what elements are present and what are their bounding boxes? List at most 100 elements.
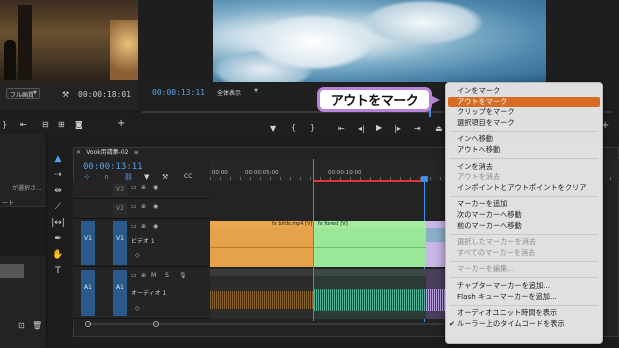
insert-icon[interactable]: ⊟ — [42, 121, 49, 129]
nest-icon[interactable]: ⊹ — [84, 173, 90, 181]
menu-item[interactable]: アウトへ移動 — [446, 145, 602, 156]
track-target-v3[interactable]: V3 — [113, 184, 127, 196]
clip-header: fx forest [V] — [314, 221, 426, 228]
menu-item[interactable]: 選択項目をマーク — [446, 118, 602, 129]
add-marker-icon[interactable]: ▼ — [144, 173, 149, 181]
keyframe-icon[interactable]: ◇ — [135, 305, 140, 312]
menu-item[interactable]: アウトをマーク — [448, 96, 600, 108]
mark-out-icon[interactable]: } — [2, 121, 7, 129]
snap-icon[interactable]: ∩ — [104, 173, 109, 181]
scrollbar-handle-right[interactable] — [153, 321, 159, 327]
source-zoom-select[interactable]: フル画質 ▼ — [6, 88, 40, 99]
audio-clip[interactable] — [314, 269, 426, 319]
type-tool-icon[interactable]: T — [51, 265, 65, 277]
trash-icon[interactable]: 🗑 — [32, 322, 42, 330]
track-target-a1[interactable]: A1 — [113, 270, 127, 316]
menu-item[interactable]: 前のマーカーへ移動 — [446, 221, 602, 232]
razor-tool-icon[interactable]: ⟋ — [51, 201, 65, 213]
track-target-v2[interactable]: V2 — [113, 203, 127, 215]
wrench-icon[interactable]: ⚒ — [162, 173, 168, 181]
track-headers: V3 ▭ ⊕ ◉ V2 ▭ ⊕ ◉ V1 V1 ▭ ⊕ ◉ ビデオ 1 ◇ A1… — [73, 181, 210, 321]
wrench-icon[interactable]: ⚒ — [62, 91, 69, 99]
panel-hint-text: が選択さ... — [12, 185, 42, 192]
eye-icon[interactable]: ◉ — [153, 203, 158, 210]
lock-icon[interactable]: ▭ — [131, 203, 137, 210]
slip-tool-icon[interactable]: |↔| — [51, 217, 65, 229]
close-icon[interactable]: ✕ — [76, 149, 81, 156]
menu-item[interactable]: ✔ ルーラー上のタイムコードを表示 — [446, 319, 602, 330]
overwrite-icon[interactable]: ⊞ — [58, 121, 65, 129]
audio-clip[interactable] — [426, 269, 446, 319]
panel-list-box[interactable] — [0, 206, 46, 256]
go-to-in-icon[interactable]: ⇤ — [338, 125, 345, 133]
mute-button[interactable]: M — [151, 272, 156, 279]
step-forward-icon[interactable]: |▸ — [394, 125, 401, 133]
ripple-edit-tool-icon[interactable]: ⇹ — [51, 185, 65, 197]
menu-item-label: チャプターマーカーを追加... — [457, 280, 551, 290]
menu-item[interactable]: 次のマーカーへ移動 — [446, 210, 602, 221]
source-zoom-value: フル画質 — [10, 92, 35, 99]
menu-icon[interactable]: ≡ — [134, 149, 139, 156]
pen-tool-icon[interactable]: ✒ — [51, 233, 65, 245]
menu-item[interactable]: インを消去 — [446, 162, 602, 173]
clip-header: fx birds.mp4 [V] — [210, 221, 313, 228]
menu-item[interactable]: マーカーを追加 — [446, 199, 602, 210]
lock-icon[interactable]: ▭ — [131, 223, 137, 230]
menu-item-label: アウトへ移動 — [457, 144, 501, 154]
menu-item[interactable]: インをマーク — [446, 86, 602, 97]
source-patch-a1[interactable]: A1 — [81, 270, 95, 316]
add-marker-icon[interactable]: ▼ — [270, 125, 276, 133]
mark-out-icon[interactable]: } — [310, 124, 315, 132]
in-out-range-bar[interactable] — [314, 180, 426, 182]
video-clip[interactable]: fx birds.mp4 [V] — [210, 221, 313, 267]
add-button-icon[interactable]: + — [117, 119, 125, 129]
solo-button[interactable]: S — [165, 272, 169, 279]
menu-item-label: インへ移動 — [457, 134, 493, 144]
step-back-icon[interactable]: ⇤ — [20, 121, 27, 129]
panel-selected-row[interactable] — [0, 264, 24, 278]
source-preview-figure — [4, 40, 16, 80]
source-preview-post — [18, 5, 32, 80]
menu-item[interactable]: インへ移動 — [446, 134, 602, 145]
menu-item-label: 選択項目をマーク — [457, 117, 515, 127]
step-back-icon[interactable]: ◂| — [358, 125, 365, 133]
timeline-tab[interactable]: ✕ Vook用請集-02 ≡ — [76, 147, 139, 158]
go-to-out-icon[interactable]: ⇥ — [414, 125, 421, 133]
linked-selection-icon[interactable]: ⛓ — [124, 173, 133, 181]
microphone-icon[interactable]: 🎙 — [179, 272, 187, 279]
selection-tool-icon[interactable]: ▲ — [51, 153, 65, 165]
sync-icon[interactable]: ⊕ — [141, 184, 146, 191]
keyframe-icon[interactable]: ◇ — [135, 252, 140, 259]
cloud-shape — [363, 0, 483, 45]
track-select-tool-icon[interactable]: ⇢ — [51, 169, 65, 181]
lift-icon[interactable]: ⏏ — [435, 125, 443, 133]
sync-icon[interactable]: ⊕ — [141, 272, 146, 279]
audio-clip[interactable] — [210, 269, 313, 319]
track-target-v1[interactable]: V1 — [113, 221, 127, 265]
video-clip[interactable]: fx forest [V] — [314, 221, 426, 267]
menu-item[interactable]: インポイントとアウトポイントをクリア — [446, 183, 602, 194]
lock-icon[interactable]: ▭ — [131, 272, 137, 279]
mark-in-icon[interactable]: { — [291, 124, 296, 132]
camera-icon[interactable]: ◙ — [75, 121, 83, 129]
eye-icon[interactable]: ◉ — [153, 223, 158, 230]
source-monitor-bar: フル画質 ▼ ⚒ 00:00:18:01 — [0, 82, 138, 110]
scrollbar-handle-left[interactable] — [85, 321, 91, 327]
new-item-icon[interactable]: ⊡ — [18, 322, 25, 330]
play-icon[interactable]: ▶ — [376, 124, 382, 132]
source-patch-v1[interactable]: V1 — [81, 221, 95, 265]
menu-item[interactable]: クリップをマーク — [446, 107, 602, 118]
eye-icon[interactable]: ◉ — [153, 184, 158, 191]
clip-label: forest [V] — [324, 221, 348, 227]
sync-icon[interactable]: ⊕ — [141, 223, 146, 230]
captions-icon[interactable]: CC — [184, 173, 192, 181]
program-zoom-select[interactable]: 全体表示 ▼ — [214, 86, 258, 97]
lock-icon[interactable]: ▭ — [131, 184, 137, 191]
menu-item[interactable]: オーディオユニット時間を表示 — [446, 308, 602, 319]
hand-tool-icon[interactable]: ✋ — [51, 249, 65, 261]
menu-item[interactable]: チャプターマーカーを追加... — [446, 281, 602, 292]
video-clip[interactable] — [426, 221, 446, 267]
timeline-scrollbar[interactable] — [85, 321, 445, 327]
sync-icon[interactable]: ⊕ — [141, 203, 146, 210]
menu-item[interactable]: Flash キューマーカーを追加... — [446, 292, 602, 303]
